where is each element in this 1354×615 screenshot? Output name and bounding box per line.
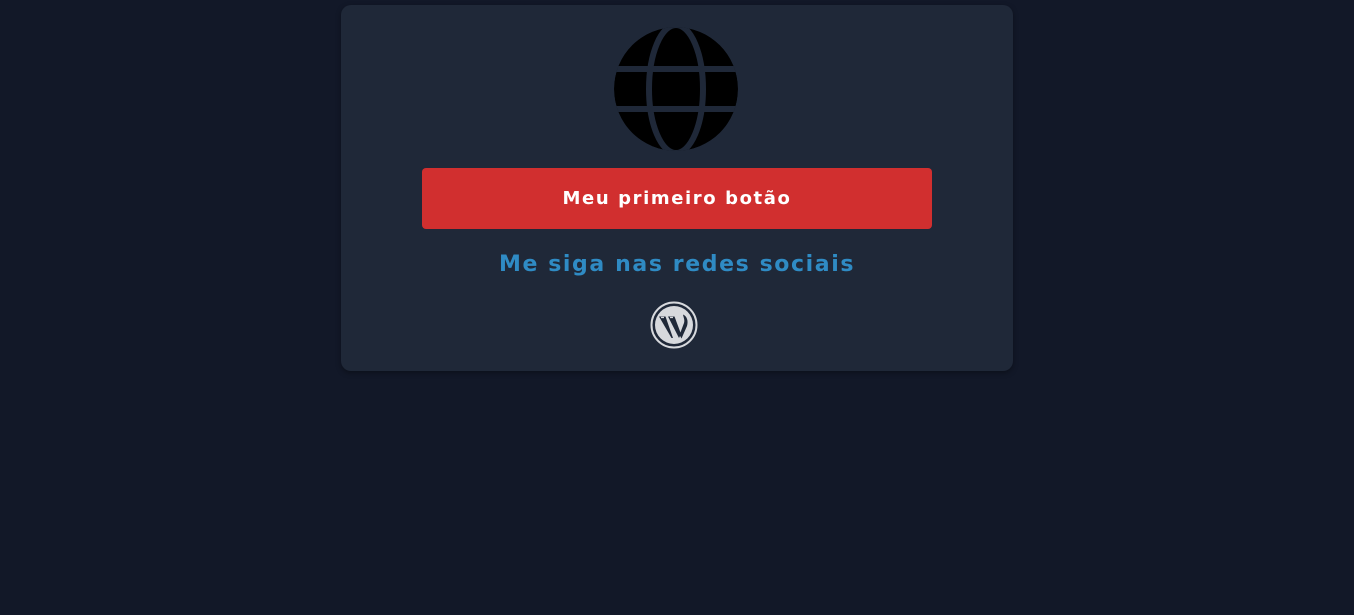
wordpress-icon <box>650 301 698 349</box>
wordpress-link[interactable] <box>650 301 698 349</box>
profile-card: Meu primeiro botão Me siga nas redes soc… <box>341 5 1013 371</box>
globe-icon <box>614 27 738 151</box>
primary-button[interactable]: Meu primeiro botão <box>422 168 932 229</box>
social-heading: Me siga nas redes sociais <box>498 252 856 277</box>
